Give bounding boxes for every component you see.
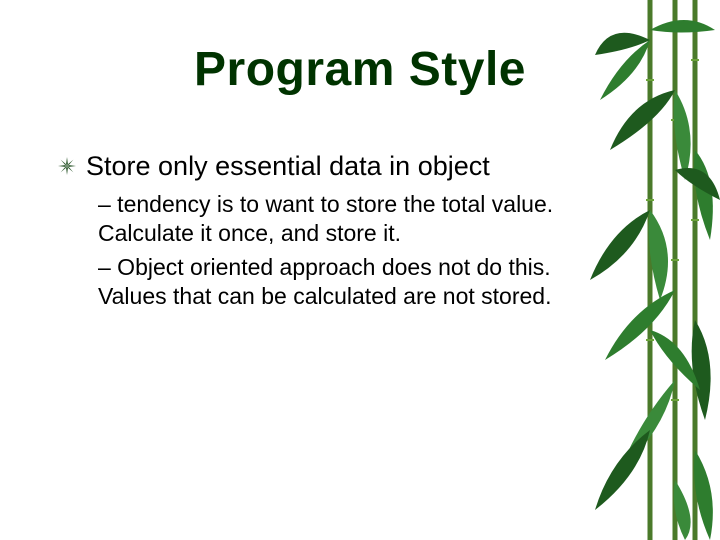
sub-bullet-2: – Object oriented approach does not do t…: [98, 253, 618, 312]
bullet-text: Store only essential data in object: [86, 150, 490, 184]
bullet-row: Store only essential data in object: [58, 150, 618, 184]
sub-bullet-1: – tendency is to want to store the total…: [98, 190, 618, 249]
slide-body: Store only essential data in object – te…: [58, 150, 618, 312]
slide: Program Style Store only es: [0, 0, 720, 540]
starburst-icon: [58, 157, 76, 175]
slide-title: Program Style: [0, 42, 720, 97]
